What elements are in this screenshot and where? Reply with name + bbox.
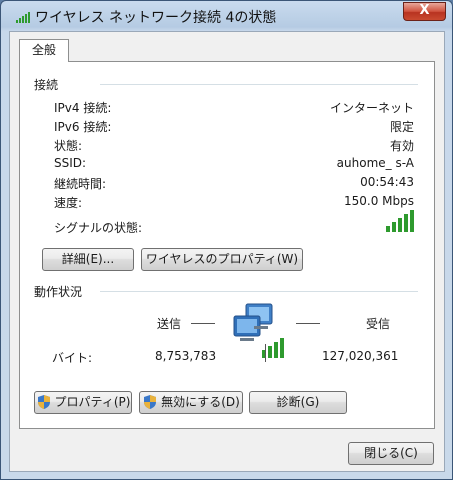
properties-button-label: プロパティ(P) [54,395,131,409]
dialog-client-area: 全般 接続 IPv4 接続: インターネット IPv6 接続: 限定 状態: 有… [9,31,445,472]
state-value: 有効 [389,139,414,153]
network-computers-icon [233,303,284,358]
diagnose-button[interactable]: 診断(G) [249,391,347,414]
speed-value: 150.0 Mbps [343,194,414,208]
ipv6-value: 限定 [389,120,414,134]
duration-value: 00:54:43 [360,175,414,189]
signal-label: シグナルの状態: [54,221,143,235]
shield-icon [37,395,50,409]
bytes-divider [265,344,266,362]
close-window-button[interactable]: X [403,2,446,21]
title-bar[interactable]: ワイヤレス ネットワーク接続 4の状態 X [1,1,452,31]
properties-button[interactable]: プロパティ(P) [34,391,132,414]
activity-section-title: 動作状況 [34,285,83,299]
shield-icon [144,395,157,409]
signal-strength-icon [386,210,414,232]
tab-general[interactable]: 全般 [19,39,69,62]
sent-line [191,323,215,324]
bytes-sent-value: 8,753,783 [155,349,217,363]
ssid-label: SSID: [54,156,87,170]
window-title: ワイヤレス ネットワーク接続 4の状態 [35,10,277,26]
disable-button-label: 無効にする(D) [161,395,240,409]
bytes-label: バイト: [52,351,93,365]
status-dialog: ワイヤレス ネットワーク接続 4の状態 X 全般 接続 IPv4 接続: インタ… [0,0,453,480]
wireless-properties-button[interactable]: ワイヤレスのプロパティ(W) [141,248,303,271]
speed-label: 速度: [54,196,83,210]
ipv6-label: IPv6 接続: [54,120,112,134]
ipv4-value: インターネット [329,101,414,115]
close-button[interactable]: 閉じる(C) [348,442,434,465]
disable-button[interactable]: 無効にする(D) [139,391,243,414]
details-button[interactable]: 詳細(E)... [42,248,134,271]
bytes-received-value: 127,020,361 [322,349,399,363]
connection-section-title: 接続 [34,78,59,92]
received-label: 受信 [366,317,391,331]
sent-label: 送信 [157,317,182,331]
section-divider [100,84,418,85]
close-x-icon: X [419,3,430,18]
state-label: 状態: [54,139,83,153]
received-line [296,323,320,324]
general-tab-panel: 接続 IPv4 接続: インターネット IPv6 接続: 限定 状態: 有効 S… [19,61,435,429]
section-divider [100,291,418,292]
ssid-value: auhome_ s-A [336,156,414,170]
ipv4-label: IPv4 接続: [54,101,112,115]
duration-label: 継続時間: [54,177,107,191]
wireless-signal-icon [16,12,30,23]
